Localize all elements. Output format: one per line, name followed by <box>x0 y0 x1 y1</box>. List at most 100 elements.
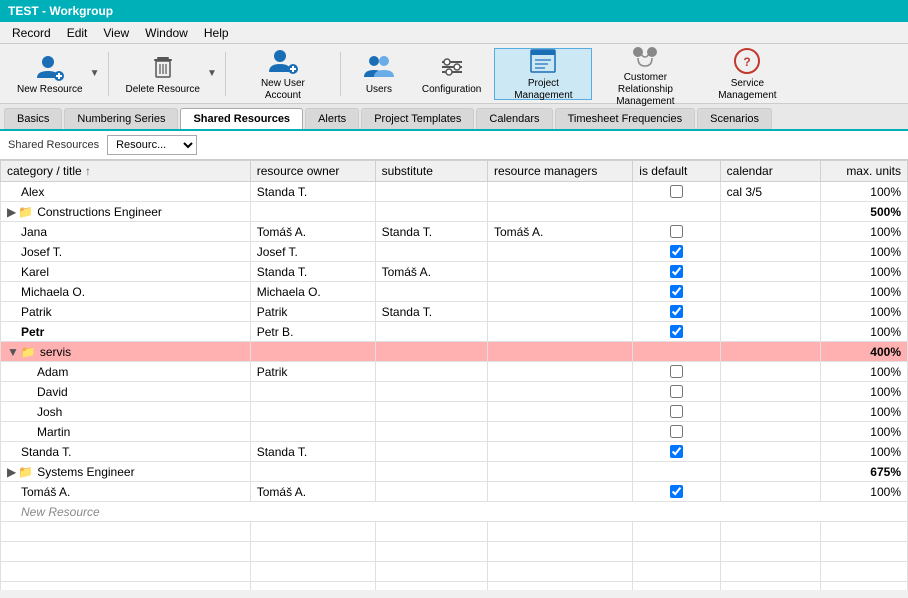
tab-scenarios[interactable]: Scenarios <box>697 108 772 129</box>
cell-isdefault[interactable] <box>633 402 720 422</box>
table-row[interactable]: JanaTomáš A.Standa T.Tomáš A.100% <box>1 222 908 242</box>
cell-isdefault[interactable] <box>633 482 720 502</box>
col-isdefault[interactable]: is default <box>633 161 720 182</box>
cell-owner: Standa T. <box>250 442 375 462</box>
table-row[interactable]: PetrPetr B.100% <box>1 322 908 342</box>
menu-record[interactable]: Record <box>4 24 59 42</box>
table-row[interactable]: AlexStanda T.cal 3/5100% <box>1 182 908 202</box>
table-row[interactable]: ▶📁Constructions Engineer500% <box>1 202 908 222</box>
row-title: Petr <box>21 325 44 339</box>
table-row[interactable]: David100% <box>1 382 908 402</box>
table-row[interactable]: PatrikPatrikStanda T.100% <box>1 302 908 322</box>
cell-isdefault[interactable] <box>633 382 720 402</box>
filter-select[interactable]: Resourc... Resource <box>107 135 197 155</box>
table-row[interactable]: Tomáš A.Tomáš A.100% <box>1 482 908 502</box>
tab-basics[interactable]: Basics <box>4 108 62 129</box>
isdefault-checkbox[interactable] <box>670 385 683 398</box>
col-maxunits[interactable]: max. units <box>820 161 907 182</box>
cell-maxunits: 100% <box>820 442 907 462</box>
row-title: Tomáš A. <box>21 485 70 499</box>
expand-icon[interactable]: ▶ <box>7 205 16 219</box>
cell-isdefault[interactable] <box>633 262 720 282</box>
cell-title: Petr <box>1 322 251 342</box>
table-row[interactable]: Martin100% <box>1 422 908 442</box>
menu-help[interactable]: Help <box>196 24 237 42</box>
isdefault-checkbox[interactable] <box>670 405 683 418</box>
cell-isdefault[interactable] <box>633 182 720 202</box>
table-row[interactable]: Standa T.Standa T. 100% <box>1 442 908 462</box>
crm-button[interactable]: Customer Relationship Management <box>596 48 694 100</box>
table-row[interactable]: Michaela O.Michaela O.100% <box>1 282 908 302</box>
table-row[interactable]: Josh100% <box>1 402 908 422</box>
col-owner[interactable]: resource owner <box>250 161 375 182</box>
isdefault-checkbox[interactable] <box>670 425 683 438</box>
new-resource-row[interactable]: New Resource <box>1 502 908 522</box>
cell-isdefault[interactable] <box>633 282 720 302</box>
row-title: Patrik <box>21 305 52 319</box>
cell-isdefault[interactable] <box>633 242 720 262</box>
cell-isdefault[interactable] <box>633 302 720 322</box>
cell-isdefault[interactable] <box>633 422 720 442</box>
isdefault-checkbox[interactable] <box>670 185 683 198</box>
tab-timesheet-frequencies[interactable]: Timesheet Frequencies <box>555 108 696 129</box>
users-button[interactable]: Users <box>349 48 409 100</box>
cell-isdefault[interactable] <box>633 362 720 382</box>
isdefault-checkbox[interactable] <box>670 485 683 498</box>
project-management-button[interactable]: Project Management <box>494 48 592 100</box>
table-row[interactable]: Josef T.Josef T.100% <box>1 242 908 262</box>
table-row[interactable]: New Resource <box>1 502 908 522</box>
cell-isdefault[interactable] <box>633 342 720 362</box>
isdefault-checkbox[interactable] <box>670 325 683 338</box>
col-category[interactable]: category / title <box>1 161 251 182</box>
cell-calendar <box>720 302 820 322</box>
cell-calendar <box>720 422 820 442</box>
table-row[interactable]: ▼📁servis400% <box>1 342 908 362</box>
new-resource-dropdown[interactable]: ▼ <box>90 68 100 79</box>
isdefault-checkbox[interactable] <box>670 265 683 278</box>
cell-isdefault[interactable] <box>633 442 720 462</box>
col-managers[interactable]: resource managers <box>487 161 632 182</box>
new-resource-button[interactable]: New Resource <box>8 48 92 100</box>
delete-resource-button[interactable]: Delete Resource <box>117 48 209 100</box>
tab-numbering-series[interactable]: Numbering Series <box>64 108 178 129</box>
tab-alerts[interactable]: Alerts <box>305 108 359 129</box>
cell-owner <box>250 342 375 362</box>
isdefault-checkbox[interactable] <box>670 305 683 318</box>
delete-resource-dropdown[interactable]: ▼ <box>207 68 217 79</box>
tab-calendars[interactable]: Calendars <box>476 108 552 129</box>
table-row[interactable]: ▶📁Systems Engineer675% <box>1 462 908 482</box>
configuration-button[interactable]: Configuration <box>413 48 490 100</box>
cell-managers <box>487 382 632 402</box>
table-row[interactable]: AdamPatrik100% <box>1 362 908 382</box>
col-substitute[interactable]: substitute <box>375 161 487 182</box>
table-row[interactable]: KarelStanda T.Tomáš A.100% <box>1 262 908 282</box>
service-management-button[interactable]: ? Service Management <box>698 48 796 100</box>
menu-view[interactable]: View <box>95 24 137 42</box>
tab-shared-resources[interactable]: Shared Resources <box>180 108 303 129</box>
collapse-icon[interactable]: ▼ <box>7 345 19 359</box>
cell-substitute <box>375 442 487 462</box>
cell-managers <box>487 422 632 442</box>
cell-isdefault[interactable] <box>633 322 720 342</box>
col-calendar[interactable]: calendar <box>720 161 820 182</box>
cell-isdefault[interactable] <box>633 202 720 222</box>
menu-window[interactable]: Window <box>137 24 196 42</box>
row-title: servis <box>40 345 71 359</box>
isdefault-checkbox[interactable] <box>670 285 683 298</box>
isdefault-checkbox[interactable] <box>670 365 683 378</box>
cell-isdefault[interactable] <box>633 462 720 482</box>
isdefault-checkbox[interactable] <box>670 445 683 458</box>
menu-edit[interactable]: Edit <box>59 24 96 42</box>
cell-isdefault[interactable] <box>633 222 720 242</box>
empty-row <box>1 522 908 542</box>
cell-calendar <box>720 442 820 462</box>
isdefault-checkbox[interactable] <box>670 245 683 258</box>
new-user-account-button[interactable]: New User Account <box>234 48 332 100</box>
expand-icon[interactable]: ▶ <box>7 465 16 479</box>
cell-title: Standa T. <box>1 442 251 462</box>
users-icon <box>363 52 395 82</box>
cell-owner <box>250 462 375 482</box>
isdefault-checkbox[interactable] <box>670 225 683 238</box>
new-user-account-icon <box>267 46 299 76</box>
tab-project-templates[interactable]: Project Templates <box>361 108 474 129</box>
